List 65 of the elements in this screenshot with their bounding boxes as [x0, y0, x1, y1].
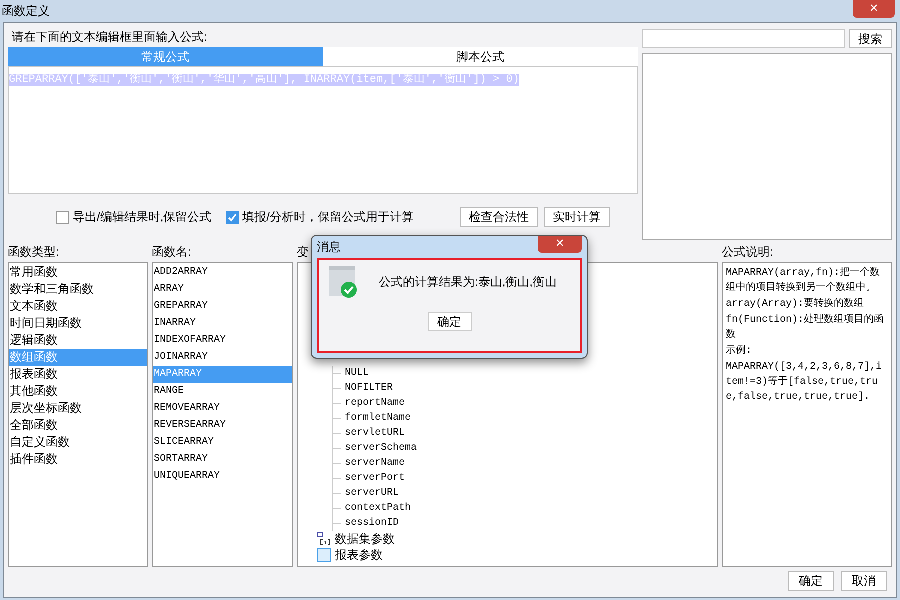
- variable-item[interactable]: servletURL: [345, 426, 406, 441]
- type-item[interactable]: 报表函数: [9, 366, 147, 383]
- type-item[interactable]: 常用函数: [9, 264, 147, 281]
- message-text: 公式的计算结果为:泰山,衡山,衡山: [379, 274, 558, 291]
- variable-item[interactable]: serverSchema: [345, 441, 418, 456]
- variable-item[interactable]: serverPort: [345, 471, 406, 486]
- function-item[interactable]: SLICEARRAY: [153, 434, 292, 451]
- function-item[interactable]: ADD2ARRAY: [153, 264, 292, 281]
- formula-tab[interactable]: 脚本公式: [323, 47, 638, 66]
- type-item[interactable]: 层次坐标函数: [9, 400, 147, 417]
- success-icon: [329, 266, 359, 298]
- variable-item[interactable]: reportName: [345, 396, 406, 411]
- description-text: fn(Function):处理数组项目的函数: [726, 313, 886, 343]
- action-button[interactable]: 实时计算: [544, 207, 610, 227]
- type-item[interactable]: 插件函数: [9, 451, 147, 468]
- variable-item[interactable]: NULL: [345, 366, 370, 381]
- type-item[interactable]: 数学和三角函数: [9, 281, 147, 298]
- description-text: MAPARRAY(array,fn):把一个数组中的项目转换到另一个数组中。: [726, 266, 882, 296]
- dialog-button[interactable]: 取消: [841, 571, 887, 591]
- variable-item[interactable]: NOFILTER: [345, 381, 394, 396]
- close-button[interactable]: ✕: [853, 0, 895, 18]
- list-label: 函数类型:: [8, 244, 60, 261]
- function-item[interactable]: REMOVEARRAY: [153, 400, 292, 417]
- check-icon: [228, 212, 237, 222]
- message-title: 消息: [317, 239, 341, 256]
- variable-item[interactable]: contextPath: [345, 501, 412, 516]
- description-text: 示例:: [726, 344, 754, 359]
- type-item[interactable]: 时间日期函数: [9, 315, 147, 332]
- dialog-button[interactable]: 确定: [788, 571, 834, 591]
- close-button[interactable]: ✕: [538, 236, 582, 252]
- tree-group[interactable]: 数据集参数: [335, 530, 395, 548]
- function-item[interactable]: REVERSEARRAY: [153, 417, 292, 434]
- option-label: 填报/分析时，保留公式用于计算: [242, 209, 414, 226]
- variable-item[interactable]: serverName: [345, 456, 406, 471]
- type-item[interactable]: 文本函数: [9, 298, 147, 315]
- tree-group[interactable]: 报表参数: [335, 546, 383, 564]
- function-item[interactable]: ARRAY: [153, 281, 292, 298]
- checkbox[interactable]: [226, 210, 239, 224]
- editor-prompt: 请在下面的文本编辑框里面输入公式:: [11, 29, 208, 46]
- variable-item[interactable]: formletName: [345, 411, 412, 426]
- search-button[interactable]: 搜索: [849, 29, 892, 48]
- search-field[interactable]: [642, 29, 845, 48]
- ok-button[interactable]: 确定: [428, 312, 472, 331]
- action-button[interactable]: 检查合法性: [460, 207, 538, 227]
- variable-item[interactable]: sessionID: [345, 516, 400, 531]
- list-label: 公式说明:: [722, 244, 774, 261]
- type-item[interactable]: 逻辑函数: [9, 332, 147, 349]
- description-text: MAPARRAY([3,4,2,3,6,8,7],item!=3)等于[false,true,true,false,true,true,true].: [726, 360, 884, 405]
- window-title: 函数定义: [2, 3, 50, 20]
- function-item[interactable]: JOINARRAY: [153, 349, 292, 366]
- option-label: 导出/编辑结果时,保留公式: [73, 209, 212, 226]
- function-item[interactable]: INARRAY: [153, 315, 292, 332]
- checkbox[interactable]: [56, 210, 69, 224]
- function-item[interactable]: SORTARRAY: [153, 451, 292, 468]
- type-item[interactable]: 全部函数: [9, 417, 147, 434]
- variable-item[interactable]: serverURL: [345, 486, 400, 501]
- description-text: array(Array):要转换的数组: [726, 297, 866, 312]
- function-item[interactable]: UNIQUEARRAY: [153, 468, 292, 485]
- list-label: 变: [297, 244, 309, 261]
- function-item[interactable]: RANGE: [153, 383, 292, 400]
- type-item[interactable]: 其他函数: [9, 383, 147, 400]
- function-item[interactable]: INDEXOFARRAY: [153, 332, 292, 349]
- function-item[interactable]: GREPARRAY: [153, 298, 292, 315]
- type-item[interactable]: 自定义函数: [9, 434, 147, 451]
- list-label: 函数名:: [152, 244, 192, 261]
